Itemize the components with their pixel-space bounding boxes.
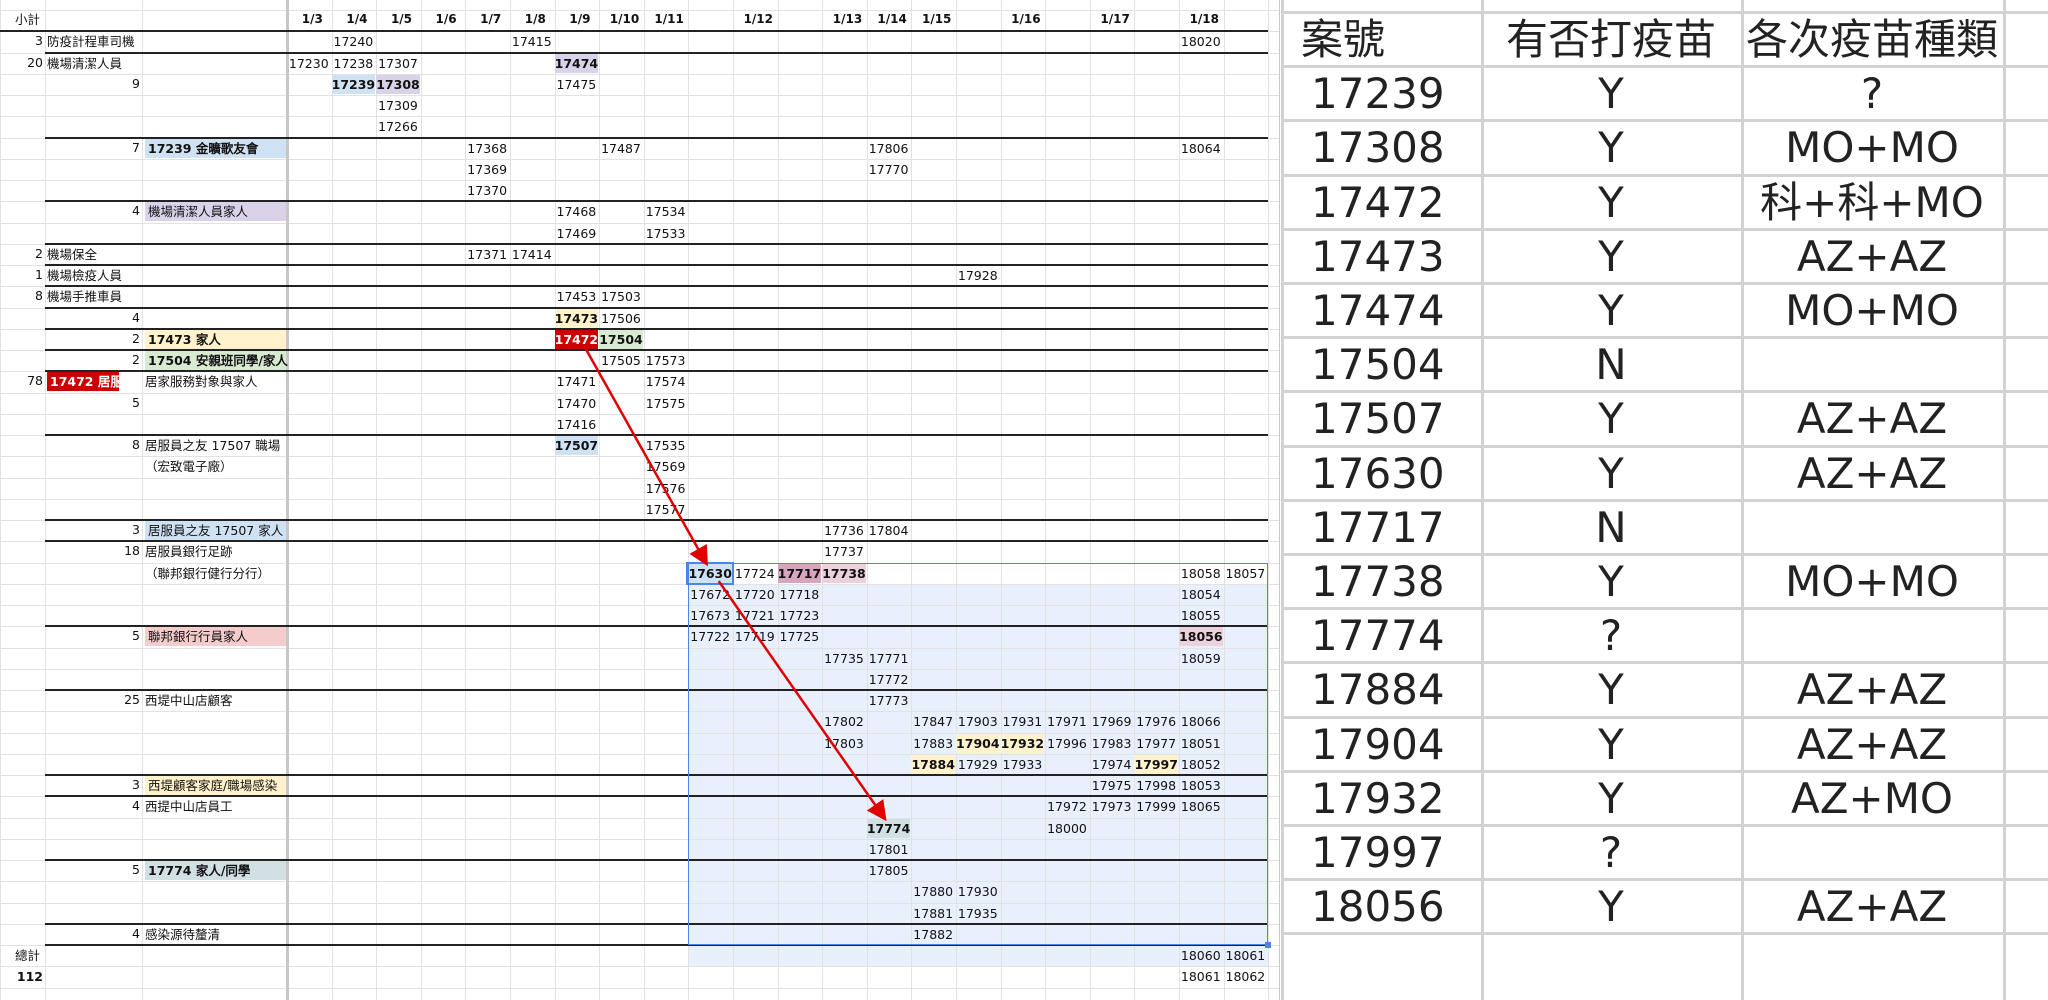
- table-header: 各次疫苗種類: [1745, 15, 1998, 64]
- table-cell: 17473: [1311, 232, 1445, 281]
- table-cell: 17474: [1311, 286, 1445, 335]
- table-cell: Y: [1598, 232, 1624, 281]
- table-cell: 17884: [1311, 665, 1445, 714]
- arrow-17472-to-17630: [583, 346, 708, 567]
- table-cell: AZ+AZ: [1796, 720, 1948, 769]
- table-cell: 17932: [1311, 774, 1445, 823]
- table-cell: Y: [1598, 69, 1624, 118]
- table-cell: MO+MO: [1785, 286, 1959, 335]
- table-cell: AZ+AZ: [1796, 232, 1948, 281]
- table-column-line: [1281, 0, 1284, 1000]
- case-spreadsheet: 小計 1/3 1/4 1/5 1/6 1/7 1/8 1/9 1/10 1/11 1/12 1/13 1…: [0, 0, 1280, 1000]
- table-cell: 18056: [1311, 882, 1445, 931]
- table-cell: AZ+AZ: [1796, 882, 1948, 931]
- table-cell: 17997: [1311, 828, 1445, 877]
- table-cell: [1741, 609, 2003, 663]
- table-cell: 17504: [1311, 340, 1445, 389]
- table-cell: [1741, 501, 2003, 555]
- table-cell: Y: [1598, 123, 1624, 172]
- table-cell: Y: [1598, 665, 1624, 714]
- table-cell: ?: [1860, 69, 1884, 118]
- table-header: 案號: [1301, 15, 1386, 64]
- table-cell: 科+科+MO: [1760, 178, 1984, 227]
- table-cell: [1741, 338, 2003, 392]
- table-column-line: [2003, 0, 2006, 1000]
- table-cell: Y: [1598, 720, 1624, 769]
- table-cell: AZ+AZ: [1796, 449, 1948, 498]
- table-cell: ?: [1599, 611, 1623, 660]
- table-cell: N: [1595, 340, 1627, 389]
- vaccine-table: 案號 有否打疫苗 各次疫苗種類 17239 Y? 17308 Y MO+MO 17472 Y 科+科…: [1281, 0, 2048, 1000]
- table-cell: ?: [1599, 828, 1623, 877]
- table-cell: Y: [1598, 178, 1624, 227]
- table-cell: Y: [1598, 394, 1624, 443]
- table-cell: AZ+AZ: [1796, 665, 1948, 714]
- table-cell: Y: [1598, 774, 1624, 823]
- table-cell: 17308: [1311, 123, 1445, 172]
- arrow-17630-to-17774: [717, 580, 887, 822]
- table-cell: Y: [1598, 882, 1624, 931]
- table-cell: 17774: [1311, 611, 1445, 660]
- table-cell: 17507: [1311, 394, 1445, 443]
- table-cell: Y: [1598, 557, 1624, 606]
- table-cell: N: [1595, 503, 1627, 552]
- table-cell: 17904: [1311, 720, 1445, 769]
- table-cell: 17630: [1311, 449, 1445, 498]
- transmission-arrows: [583, 346, 887, 822]
- table-cell: 17717: [1311, 503, 1445, 552]
- table-cell: AZ+AZ: [1796, 394, 1948, 443]
- table-cell: AZ+MO: [1791, 774, 1953, 823]
- table-cell: MO+MO: [1785, 557, 1959, 606]
- table-cell: Y: [1598, 449, 1624, 498]
- table-cell: 17239: [1311, 69, 1445, 118]
- table-header: 有否打疫苗: [1505, 15, 1716, 64]
- table-cell: 17472: [1311, 178, 1445, 227]
- table-cell: [1741, 826, 2003, 880]
- table-cell: 17738: [1311, 557, 1445, 606]
- table-cell: Y: [1598, 286, 1624, 335]
- table-cell: MO+MO: [1785, 123, 1959, 172]
